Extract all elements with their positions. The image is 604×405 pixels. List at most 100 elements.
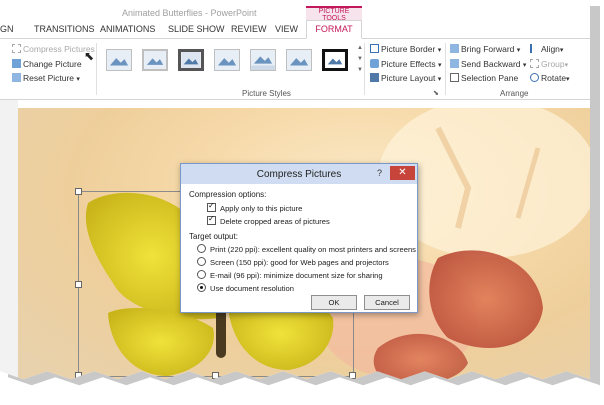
tab-format[interactable]: FORMAT [306,20,362,39]
arrange-label: Arrange [500,89,529,98]
compress-icon [12,44,21,53]
screen-radio[interactable]: Screen (150 ppi): good for Web pages and… [197,257,389,267]
bring-forward-button[interactable]: Bring Forward ▾ [450,44,520,54]
reset-picture-button[interactable]: Reset Picture ▾ [12,73,80,83]
print-radio[interactable]: Print (220 ppi): excellent quality on mo… [197,244,416,254]
radio-selected-icon [197,283,206,292]
title-bar: Animated Butterflies - PowerPoint [0,0,590,20]
picture-style-thumb[interactable] [214,49,240,71]
picture-style-thumb[interactable] [286,49,312,71]
send-backward-button[interactable]: Send Backward ▾ [450,59,526,69]
checkbox-checked-icon [207,201,216,212]
use-document-resolution-label: Use document resolution [210,284,294,293]
dialog-launcher-icon[interactable]: ⬊ [433,89,439,97]
compress-pictures-button[interactable]: Compress Pictures [12,44,95,54]
gallery-scroll-up-icon[interactable]: ▲ [357,45,363,51]
target-output-label: Target output: [189,232,238,241]
picture-layout-label: Picture Layout [381,73,436,83]
resize-handle[interactable] [75,188,82,195]
chevron-down-icon: ▾ [564,62,569,69]
checkbox-checked-icon [207,214,216,225]
picture-style-thumb[interactable] [178,49,204,71]
ok-button[interactable]: OK [311,295,357,310]
picture-style-thumb[interactable] [106,49,132,71]
picture-border-button[interactable]: Picture Border ▾ [370,44,441,54]
rotate-label: Rotate [541,73,567,83]
group-separator [445,43,446,95]
align-button[interactable]: Align▾ [530,44,563,54]
send-backward-label: Send Backward [461,59,521,69]
tab-design-partial[interactable]: GN [0,24,14,34]
chevron-down-icon: ▾ [566,76,570,83]
apply-only-checkbox[interactable]: Apply only to this picture [207,201,303,213]
picture-effects-icon [370,59,379,68]
selection-pane-label: Selection Pane [461,73,519,83]
email-radio[interactable]: E-mail (96 ppi): minimize document size … [197,270,383,280]
dialog-title-bar[interactable]: Compress Pictures ? ✕ [181,164,417,184]
picture-style-thumb[interactable] [250,49,276,71]
tab-review[interactable]: REVIEW [231,24,267,34]
close-button[interactable]: ✕ [390,166,415,180]
selection-pane-icon [450,73,459,82]
picture-border-icon [370,44,379,53]
tab-view[interactable]: VIEW [275,24,298,34]
radio-icon [197,270,206,279]
picture-styles-label: Picture Styles [242,89,291,98]
slide-pane-edge [0,100,18,380]
delete-cropped-checkbox[interactable]: Delete cropped areas of pictures [207,214,330,226]
apply-only-label: Apply only to this picture [220,204,303,213]
radio-icon [197,257,206,266]
help-icon[interactable]: ? [377,168,382,178]
group-icon [530,59,539,68]
bring-forward-icon [450,44,459,53]
resize-handle[interactable] [75,281,82,288]
ribbon: Compress Pictures Change Picture Reset P… [0,39,590,100]
picture-layout-button[interactable]: Picture Layout ▾ [370,73,441,83]
group-button[interactable]: Group▾ [530,59,568,69]
chevron-down-icon: ▾ [559,47,564,54]
chevron-down-icon: ▾ [437,47,442,54]
chevron-down-icon: ▾ [437,76,442,83]
cancel-button[interactable]: Cancel [364,295,410,310]
powerpoint-window: Animated Butterflies - PowerPoint PICTUR… [0,0,590,380]
picture-effects-button[interactable]: Picture Effects ▾ [370,59,442,69]
bring-forward-label: Bring Forward [461,44,515,54]
gallery-scroll-down-icon[interactable]: ▼ [357,56,363,62]
email-label: E-mail (96 ppi): minimize document size … [210,271,383,280]
send-backward-icon [450,59,459,68]
align-label: Align [541,44,560,54]
compression-options-label: Compression options: [189,190,267,199]
mouse-cursor-icon: ⬉ [84,49,95,63]
change-picture-label: Change Picture [23,59,82,69]
group-separator [96,43,97,95]
screen-label: Screen (150 ppi): good for Web pages and… [210,258,389,267]
chevron-down-icon: ▾ [76,76,80,83]
use-document-resolution-radio[interactable]: Use document resolution [197,283,294,293]
tab-animations[interactable]: ANIMATIONS [100,24,155,34]
document-title: Animated Butterflies - PowerPoint [122,8,257,18]
rotate-icon [530,73,539,82]
chevron-down-icon: ▾ [516,47,521,54]
print-label: Print (220 ppi): excellent quality on mo… [210,245,416,254]
reset-picture-label: Reset Picture [23,73,75,83]
ribbon-tabs: GN TRANSITIONS ANIMATIONS SLIDE SHOW REV… [0,20,590,39]
align-icon [530,44,539,53]
reset-picture-icon [12,73,21,82]
gallery-more-icon[interactable]: ▼ [357,67,363,73]
delete-cropped-label: Delete cropped areas of pictures [220,217,330,226]
picture-border-label: Picture Border [381,44,436,54]
change-picture-button[interactable]: Change Picture [12,59,82,69]
group-separator [364,43,365,95]
rotate-button[interactable]: Rotate▾ [530,73,570,83]
change-picture-icon [12,59,21,68]
picture-style-thumb[interactable] [142,49,168,71]
group-label: Group [541,59,565,69]
tab-transitions[interactable]: TRANSITIONS [34,24,95,34]
radio-icon [197,244,206,253]
picture-layout-icon [370,73,379,82]
tab-slide-show[interactable]: SLIDE SHOW [168,24,225,34]
chevron-down-icon: ▾ [438,62,442,69]
picture-style-thumb[interactable] [322,49,348,71]
picture-effects-label: Picture Effects [381,59,436,69]
selection-pane-button[interactable]: Selection Pane [450,73,518,83]
